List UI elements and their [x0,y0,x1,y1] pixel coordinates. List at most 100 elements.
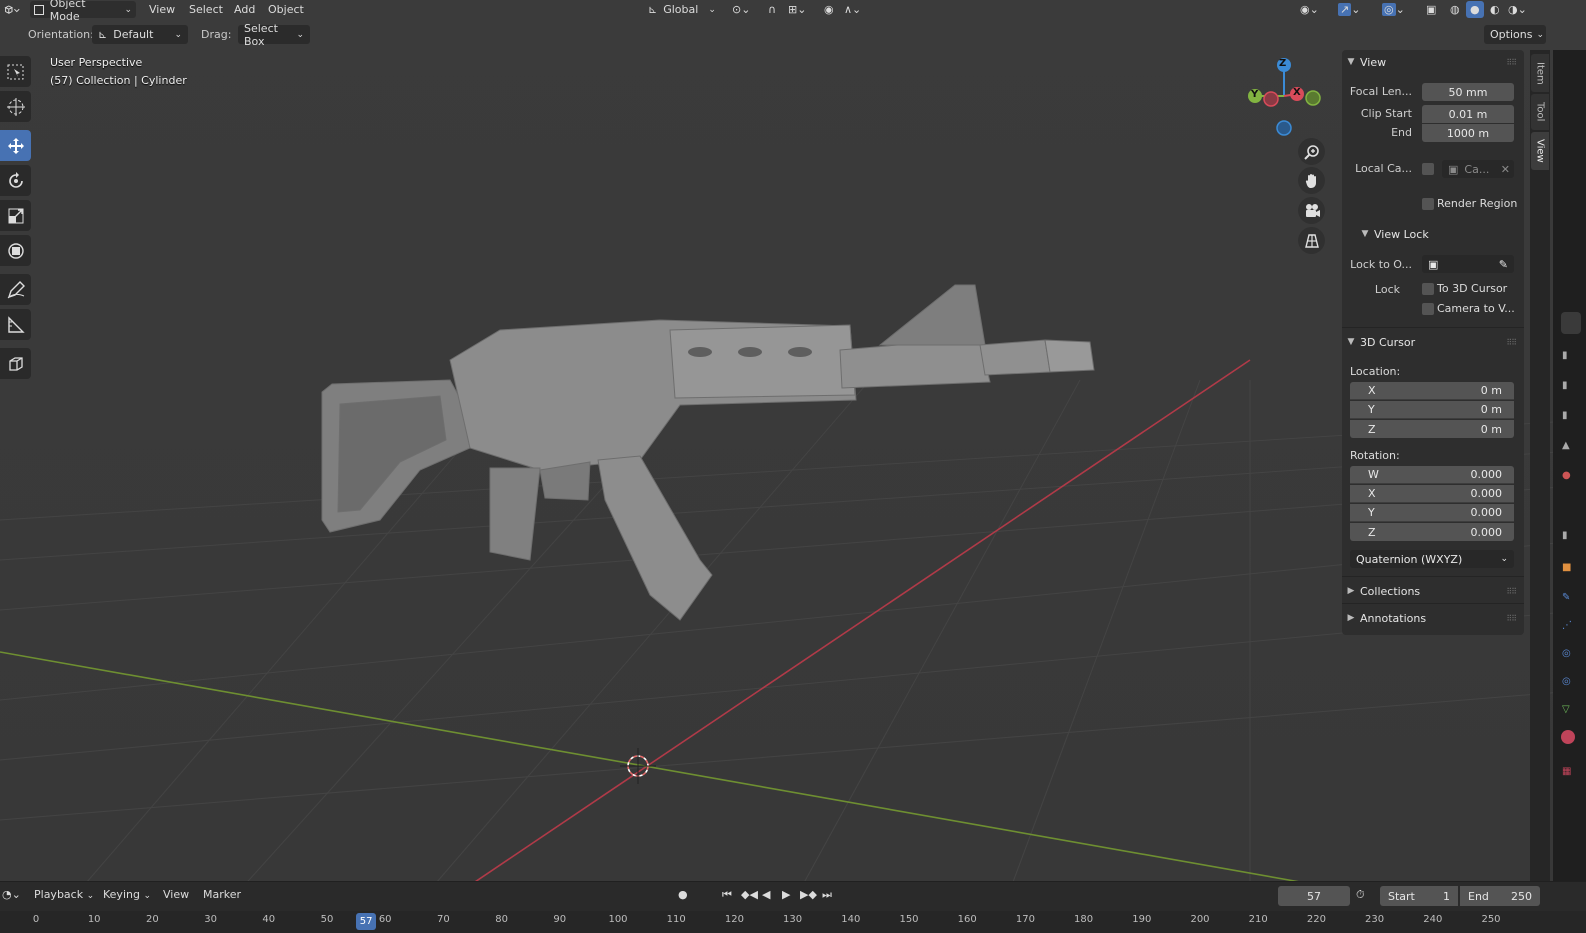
constraints-tab-icon[interactable]: ◎ [1562,676,1571,687]
tab-tool[interactable]: Tool [1531,94,1549,130]
snap-target-button[interactable]: ⊞⌄ [784,1,810,18]
tab-item[interactable]: Item [1531,54,1549,92]
transform-tool[interactable] [0,235,31,266]
ortho-toggle-button[interactable] [1298,227,1325,254]
rotation-mode-dropdown[interactable]: Quaternion (WXYZ) ⌄ [1350,550,1514,568]
render-region-checkbox[interactable] [1422,198,1434,210]
options-dropdown[interactable]: Options ⌄ [1484,25,1546,44]
tab-view[interactable]: View [1531,132,1549,170]
shading-rendered-button[interactable]: ◑⌄ [1504,1,1531,18]
overlays-button[interactable]: ◎ ⌄ [1378,1,1409,18]
cursor-rotation-z[interactable]: Z 0.000 [1350,523,1514,541]
menu-object[interactable]: Object [264,1,308,18]
annotate-tool[interactable] [0,274,31,305]
camera-to-view-checkbox[interactable] [1422,303,1434,315]
current-frame-indicator[interactable]: 57 [355,913,377,930]
3d-cursor-section-header[interactable]: ▼ 3D Cursor ⠿⠿ [1342,331,1524,353]
cursor-rotation-x[interactable]: X 0.000 [1350,485,1514,503]
cursor-location-z[interactable]: Z 0 m [1350,420,1514,438]
drag-handle-icon[interactable]: ⠿⠿ [1506,614,1517,623]
annotations-section-header[interactable]: ▶ Annotations ⠿⠿ [1342,607,1524,629]
proportional-edit-button[interactable]: ◉ [820,1,838,18]
focal-length-field[interactable]: 50 mm [1422,83,1514,101]
current-frame-field[interactable]: 57 [1278,886,1350,906]
timeline-ruler[interactable]: 0 10 20 30 40 50 60 70 80 90 100 110 120 130 140 150 160… [0,911,1586,933]
object-tab-icon[interactable]: ■ [1562,562,1571,573]
clip-end-field[interactable]: 1000 m [1422,124,1514,142]
local-camera-field[interactable]: ▣ Ca... ✕ [1442,160,1514,178]
rotate-tool[interactable] [0,165,31,196]
jump-end-button[interactable]: ⏭ [822,888,832,902]
play-button[interactable]: ▶ [782,888,790,901]
snap-toggle-button[interactable]: ∩ [764,1,780,18]
measure-tool[interactable] [0,309,31,340]
cursor-rotation-y[interactable]: Y 0.000 [1350,504,1514,522]
shading-solid-button[interactable]: ● [1466,1,1484,18]
timeline-menu-view[interactable]: View [163,888,189,901]
drag-dropdown[interactable]: Select Box ⌄ [238,22,310,48]
menu-view[interactable]: View [145,1,179,18]
jump-next-keyframe-button[interactable]: ▶◆ [800,888,817,901]
collection-tab-icon[interactable]: ▮ [1562,530,1568,541]
cursor-location-y[interactable]: Y 0 m [1350,401,1514,419]
falloff-button[interactable]: ∧⌄ [840,1,865,18]
render-tab-icon[interactable]: ▮ [1562,350,1568,361]
physics-tab-icon[interactable]: ◎ [1562,648,1571,659]
world-tab-icon[interactable]: ● [1562,470,1571,481]
output-tab-icon[interactable]: ▮ [1562,380,1568,391]
select-box-tool[interactable] [0,56,31,87]
texture-tab-icon[interactable]: ▦ [1562,766,1571,777]
cursor-rotation-w[interactable]: W 0.000 [1350,466,1514,484]
pivot-point-button[interactable]: ⊙⌄ [728,1,754,18]
move-tool[interactable] [0,130,31,161]
material-tab-icon[interactable] [1561,730,1575,744]
lock-to-cursor-checkbox[interactable] [1422,283,1434,295]
view-layer-tab-icon[interactable]: ▮ [1562,410,1568,421]
preview-range-button[interactable]: ⏱ [1356,888,1365,902]
data-tab-icon[interactable]: ▽ [1562,704,1570,715]
jump-prev-keyframe-button[interactable]: ◆◀ [741,888,758,901]
menu-select[interactable]: Select [185,1,227,18]
clip-start-field[interactable]: 0.01 m [1422,105,1514,123]
mode-dropdown[interactable]: Object Mode ⌄ [30,0,136,23]
collections-section-header[interactable]: ▶ Collections ⠿⠿ [1342,580,1524,602]
shading-wireframe-button[interactable]: ◍ [1446,1,1464,18]
lock-to-object-field[interactable]: ▣ ✎ [1422,255,1514,273]
timeline-menu-marker[interactable]: Marker [203,888,241,901]
close-icon[interactable]: ✕ [1501,163,1510,176]
properties-tool-tab-icon[interactable] [1561,312,1581,334]
modifier-tab-icon[interactable]: ✎ [1562,592,1570,603]
add-cube-tool[interactable] [0,348,31,379]
menu-add[interactable]: Add [230,1,259,18]
scene-tab-icon[interactable]: ▲ [1562,440,1570,451]
local-camera-checkbox[interactable] [1422,163,1434,175]
view-lock-header[interactable]: ▼ View Lock [1356,223,1516,245]
drag-handle-icon[interactable]: ⠿⠿ [1506,58,1517,67]
camera-view-button[interactable] [1298,197,1325,224]
editor-type-button[interactable] [0,1,24,18]
xray-toggle-button[interactable]: ▣ [1422,1,1440,18]
start-frame-field[interactable]: Start 1 [1380,886,1458,906]
auto-keying-button[interactable]: ● [678,888,688,901]
play-reverse-button[interactable]: ◀ [762,888,770,901]
transform-orientation-dropdown[interactable]: ⊾ Global ⌄ [644,1,722,18]
drag-handle-icon[interactable]: ⠿⠿ [1506,338,1517,347]
shading-material-button[interactable]: ◐ [1486,1,1504,18]
zoom-button[interactable] [1298,138,1325,165]
orientation-dropdown[interactable]: ⊾ Default ⌄ [92,25,188,44]
view-section-header[interactable]: ▼ View ⠿⠿ [1342,51,1524,73]
cursor-tool[interactable] [0,91,31,122]
timeline-menu-keying[interactable]: Keying ⌄ [103,888,151,901]
pan-button[interactable] [1298,167,1325,194]
timeline-editor-type-button[interactable]: ◔⌄ [2,888,21,901]
cursor-location-x[interactable]: X 0 m [1350,382,1514,400]
visibility-button[interactable]: ◉⌄ [1296,1,1323,18]
particles-tab-icon[interactable]: ⋰ [1562,620,1572,631]
gizmo-toggle-button[interactable]: ↗ ⌄ [1334,1,1364,18]
end-frame-field[interactable]: End 250 [1460,886,1540,906]
jump-start-button[interactable]: ⏮ [722,888,732,902]
drag-handle-icon[interactable]: ⠿⠿ [1506,587,1517,596]
scale-tool[interactable] [0,200,31,231]
timeline-menu-playback[interactable]: Playback ⌄ [34,888,94,901]
eyedropper-icon[interactable]: ✎ [1499,258,1508,271]
